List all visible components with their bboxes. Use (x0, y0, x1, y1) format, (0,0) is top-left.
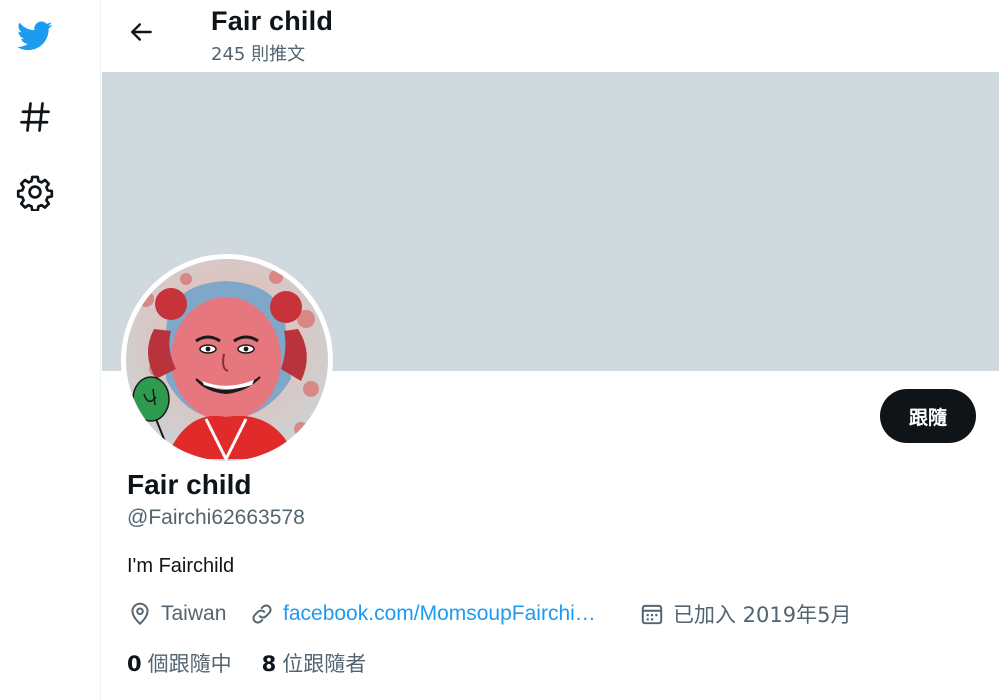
gear-icon[interactable] (14, 171, 56, 213)
website-item[interactable]: facebook.com/MomsoupFairchi… (249, 598, 596, 630)
followers-count: 8 (261, 652, 277, 676)
profile-header-bar: Fair child 245 則推文 (102, 0, 999, 72)
hashtag-icon[interactable] (14, 96, 56, 138)
follow-button[interactable]: 跟隨 (880, 389, 976, 443)
user-handle: @Fairchi62663578 (127, 506, 305, 529)
left-navigation (0, 0, 101, 700)
profile-main-column: Fair child 245 則推文 跟隨 Fair child @Fairch… (102, 0, 999, 700)
twitter-logo-icon[interactable] (14, 15, 56, 57)
arrow-left-icon (129, 19, 155, 50)
website-link[interactable]: facebook.com/MomsoupFairchi… (283, 602, 596, 626)
following-count: 0 (127, 652, 142, 676)
following-stat[interactable]: 0 個跟隨中 (127, 648, 232, 678)
following-label: 個跟隨中 (147, 652, 232, 676)
joined-item: 已加入 2019年5月 (639, 598, 851, 630)
location-item: Taiwan (127, 598, 226, 630)
followers-label: 位跟隨者 (282, 652, 367, 676)
link-icon (252, 604, 272, 624)
joined-date: 已加入 2019年5月 (673, 603, 852, 627)
follow-stats: 0 個跟隨中 8 位跟隨者 (127, 648, 366, 678)
followers-stat[interactable]: 8 位跟隨者 (262, 648, 367, 678)
location-text: Taiwan (161, 602, 227, 625)
calendar-icon (641, 604, 663, 625)
location-pin-icon (131, 602, 149, 626)
avatar[interactable] (121, 254, 333, 466)
bio: I'm Fairchild (127, 555, 235, 577)
display-name: Fair child (127, 469, 252, 500)
header-title: Fair child (211, 6, 334, 36)
back-button[interactable] (122, 14, 162, 54)
tweet-count: 245 則推文 (211, 44, 306, 65)
